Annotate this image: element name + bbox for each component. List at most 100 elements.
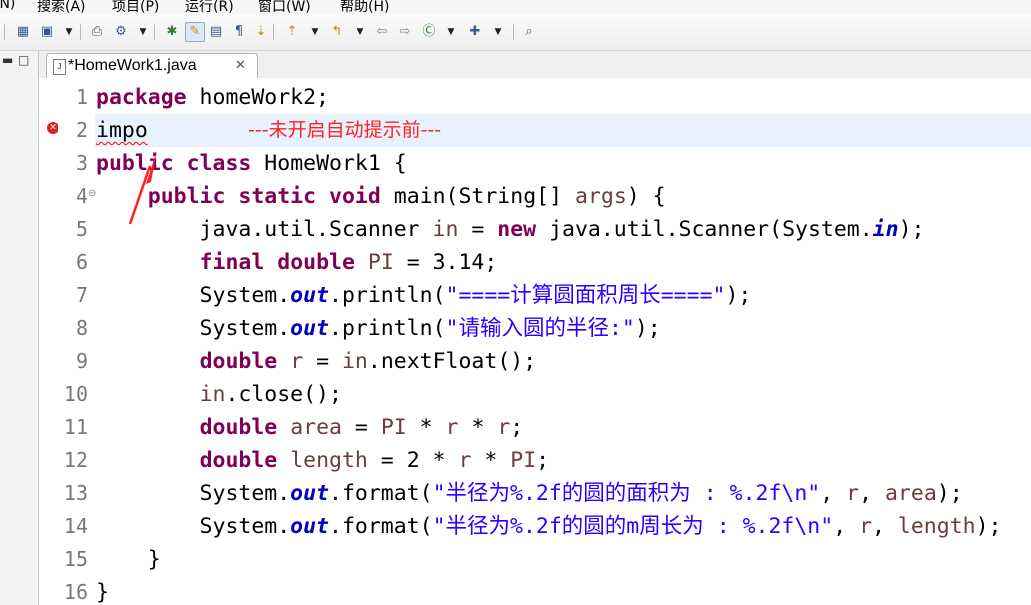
code-token: length [290,448,368,473]
code-token: = [341,415,381,440]
code-token: out [290,316,330,341]
line-number: 11 [63,415,88,439]
code-line[interactable]: in.close(); [96,378,342,411]
toggle-mark-occurrences-icon[interactable]: ✎ [185,22,205,42]
code-token: "半径为%.2f的圆的面积为 : %.2f\n" [432,481,821,506]
menu-item-2[interactable]: 项目(P) [112,0,159,14]
toolbar-separator [154,24,155,40]
dropdown-arrow-icon[interactable]: ▼ [355,23,365,41]
menu-item-1[interactable]: 搜索(A) [37,0,86,14]
line-number: 15 [63,547,88,571]
code-token: in [432,217,459,242]
code-line[interactable]: } [96,543,161,576]
code-token: ; [510,415,524,440]
code-token: r [445,415,459,440]
code-token: ); [898,217,925,242]
line-number: 4 [75,184,88,208]
show-whitespace-icon[interactable]: ¶ [230,23,248,41]
maximize-icon[interactable]: □ [18,53,29,67]
code-token: , [872,514,898,539]
code-token: System. [96,481,291,506]
code-line[interactable]: final double PI = 3.14; [96,246,498,279]
code-line[interactable]: package homeWork2; [96,81,329,114]
code-token: r [458,448,472,473]
code-token: area [884,481,937,506]
minimize-icon[interactable]: ▬ [2,53,13,67]
annotation-ruler [39,78,58,605]
code-token: HomeWork1 { [251,151,407,176]
new-class-icon[interactable]: Ⓒ [420,23,438,41]
toolbar-separator [4,24,5,40]
code-token: impo [96,118,148,143]
code-token: PI [367,250,394,275]
back-icon[interactable]: ⇦ [373,23,391,41]
dropdown-arrow-icon[interactable]: ▼ [493,23,503,41]
new-menu-icon[interactable]: ▦ [14,23,32,41]
code-line[interactable]: double r = in.nextFloat(); [96,345,537,378]
last-edit-location-icon[interactable]: ↰ [328,23,346,41]
next-annotation-icon[interactable]: ⇣ [252,23,270,41]
code-line[interactable]: impo [96,114,148,147]
dropdown-arrow-icon[interactable]: ▼ [446,23,456,41]
code-line[interactable]: System.out.println("请输入圆的半径:"); [96,312,661,345]
line-number: 2 [75,118,88,142]
line-number: 6 [75,250,88,274]
code-token: } [96,580,109,605]
annotation-text: ---未开启自动提示前--- [248,119,442,141]
debug-icon[interactable]: ✱ [163,23,181,41]
code-token: out [290,481,330,506]
code-token: main(String[] [380,184,575,209]
left-view-panel: ▬ □ [0,51,39,605]
code-text-area[interactable]: package homeWork2; impo public class HomeW… [96,78,1031,605]
line-number-gutter: 1 2 3 4 5 6 7 8 9 10 11 12 13 14 15 16 [58,78,95,605]
toggle-word-wrap-icon[interactable]: ▤ [207,23,225,41]
pin-editor-icon[interactable]: ✚ [466,23,484,41]
code-line[interactable]: double length = 2 * r * PI; [96,444,550,477]
menu-item-0[interactable]: (N) [0,0,15,12]
search-icon[interactable]: ⌕ [520,23,538,41]
code-token: r [290,349,304,374]
print-icon[interactable]: ⎙ [88,23,106,41]
code-line[interactable]: public static void main(String[] args) { [96,180,666,213]
editor-tab-homework1[interactable]: J *HomeWork1.java ✕ [46,53,258,79]
code-line[interactable]: java.util.Scanner in = new java.util.Sca… [96,213,925,246]
close-icon[interactable]: ✕ [235,57,246,73]
code-editor[interactable]: ✕ 1 2 3 4 5 6 7 8 9 10 11 12 13 14 15 16 ⊖ package home… [39,78,1031,605]
code-line[interactable]: double area = PI * r * r; [96,411,524,444]
code-token: "====计算圆面积周长====" [445,283,726,308]
code-line[interactable]: } [96,576,109,605]
dropdown-arrow-icon[interactable]: ▼ [138,23,148,41]
menu-item-4[interactable]: 窗口(W) [258,0,311,14]
code-token: = 3.14; [393,250,498,275]
code-token: .close(); [225,382,342,407]
code-line[interactable]: System.out.format("半径为%.2f的圆的m周长为 : %.2f… [96,510,1002,543]
code-token: ); [936,481,963,506]
code-token: .nextFloat(); [367,349,537,374]
code-token: ) { [626,184,666,209]
code-token: ; [536,448,550,473]
menu-item-5[interactable]: 帮助(H) [340,0,389,14]
code-line[interactable]: System.out.println("====计算圆面积周长===="); [96,279,752,312]
code-token: ); [634,316,661,341]
line-number: 1 [75,85,88,109]
code-token: length [897,514,976,539]
code-token: } [96,547,161,572]
code-token: = 2 * [367,448,459,473]
dropdown-arrow-icon[interactable]: ▼ [64,23,74,41]
toolbar-separator [513,24,514,40]
toolbar: ▦ ▣ ▼ ⎙ ⚙ ▼ ✱ ✎ ▤ ¶ ⇣ ⇡ ▼ ↰ ▼ ⇦ ⇨ Ⓒ ▼ ✚ ▼ ⌕ [0,14,1031,51]
previous-annotation-icon[interactable]: ⇡ [283,23,301,41]
code-line[interactable]: System.out.format("半径为%.2f的圆的面积为 : %.2f\… [96,477,963,510]
code-token: static [238,184,317,209]
menu-item-3[interactable]: 运行(R) [185,0,234,14]
build-icon[interactable]: ⚙ [112,23,130,41]
save-icon[interactable]: ▣ [38,23,56,41]
code-token: double [199,448,278,473]
dropdown-arrow-icon[interactable]: ▼ [310,23,320,41]
forward-icon[interactable]: ⇨ [396,23,414,41]
